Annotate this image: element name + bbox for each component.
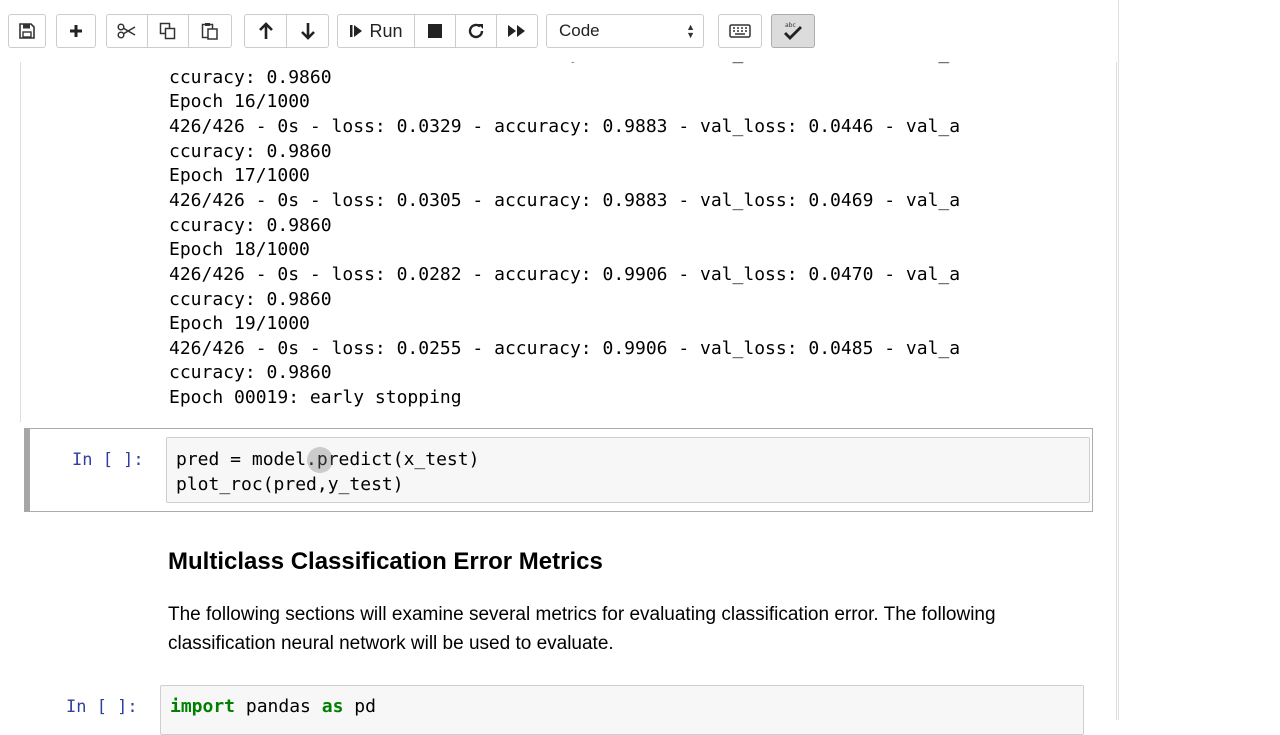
page-border [1116,62,1117,720]
output-line: Epoch 17/1000 [169,165,310,186]
output-line: ccuracy: 0.9860 [169,67,332,88]
cut-icon [117,23,136,39]
run-group: Run [337,14,538,48]
output-line: 426/426 - 0s - loss: 0.0282 - accuracy: … [169,264,961,285]
code-alias: pd [343,696,376,717]
command-palette-group [718,14,762,48]
restart-kernel-button[interactable] [455,14,497,48]
input-prompt: In [ ]: [72,450,144,470]
output-line: ccuracy: 0.9860 [169,215,332,236]
output-line: 426/426 - 0s - loss: 0.0329 - accuracy: … [169,116,961,137]
markdown-paragraph: The following sections will examine seve… [168,604,996,654]
arrow-down-icon [300,23,315,40]
code-cell-selected[interactable]: In [ ]: pred = model.predict(x_test) plo… [24,428,1093,512]
paste-icon [201,23,218,40]
cell-type-value: Code [559,21,600,40]
output-line: 426/426 - 0s - loss: 0.0255 - accuracy: … [169,338,961,359]
insert-group [56,14,96,48]
keyword-as: as [321,696,344,717]
run-button[interactable]: Run [337,14,415,48]
arrow-up-icon [258,22,273,39]
step-forward-icon [350,25,363,37]
save-icon [19,23,35,39]
move-down-button[interactable] [286,14,329,48]
output-line: ccuracy: 0.9860 [169,362,332,383]
paste-button[interactable] [188,14,232,48]
run-label: Run [369,20,403,41]
keyword-import: import [170,696,236,717]
page-border [20,62,21,422]
command-palette-button[interactable] [718,14,762,48]
svg-text:abc: abc [785,22,796,29]
restart-icon [468,23,484,39]
edit-group [106,14,232,48]
spellcheck-button[interactable]: abc [771,14,815,48]
output-line: Epoch 00019: early stopping [169,387,462,408]
select-arrows-icon: ▲ ▼ [686,22,695,40]
output-line: Epoch 18/1000 [169,239,310,260]
markdown-heading: Multiclass Classification Error Metrics [168,548,603,575]
stop-icon [428,24,442,38]
output-line: 426/426 - 0s - loss: 0.0305 - accuracy: … [169,190,961,211]
copy-icon [159,22,176,40]
output-line: ccuracy: 0.9860 [169,289,332,310]
output-line: Epoch 16/1000 [169,91,310,112]
cell-type-select[interactable]: Code ▲ ▼ [546,14,704,48]
spellcheck-icon: abc [784,22,802,40]
copy-button[interactable] [147,14,189,48]
output-line: ccuracy: 0.9860 [169,141,332,162]
insert-cell-button[interactable] [56,14,96,48]
code-line: import pandas as pd [170,695,376,719]
code-editor[interactable]: import pandas as pd [160,685,1084,735]
keyboard-icon [729,24,751,38]
spellcheck-group: abc [771,14,815,48]
input-prompt: In [ ]: [66,697,138,717]
code-editor[interactable]: pred = model.predict(x_test) plot_roc(pr… [166,437,1090,503]
move-group [244,14,329,48]
save-group [8,14,46,48]
plus-icon [70,25,82,37]
right-gutter [1118,0,1280,720]
move-up-button[interactable] [244,14,287,48]
code-cell[interactable]: In [ ]: import pandas as pd [24,684,1093,735]
interrupt-button[interactable] [414,14,456,48]
cut-button[interactable] [106,14,148,48]
fast-forward-icon [508,25,525,37]
mouse-cursor-highlight [307,447,333,473]
code-line: plot_roc(pred,y_test) [176,474,404,495]
restart-run-all-button[interactable] [496,14,538,48]
output-line: Epoch 19/1000 [169,313,310,334]
notebook-toolbar: Run Code ▲ ▼ abc [0,0,1118,62]
code-module: pandas [235,696,322,717]
save-button[interactable] [8,14,46,48]
